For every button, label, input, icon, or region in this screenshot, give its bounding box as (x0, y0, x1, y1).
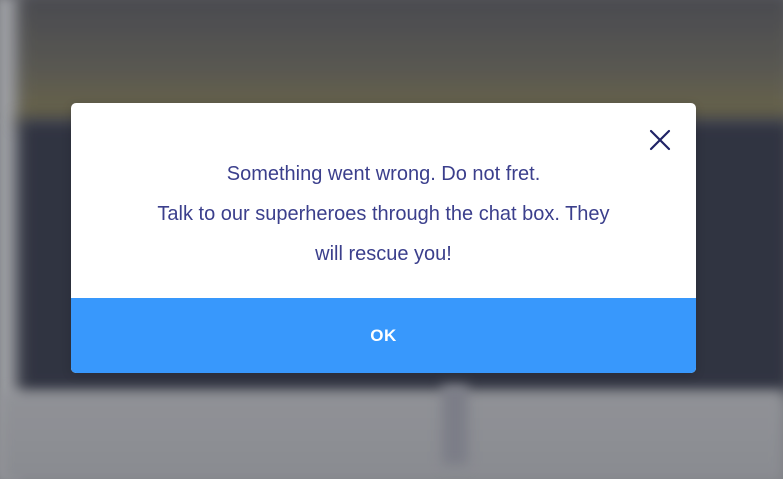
error-message-line-2: Talk to our superheroes through the chat… (157, 203, 610, 225)
error-dialog: Something went wrong. Do not fret. Talk … (71, 103, 696, 373)
error-message-line-1: Something went wrong. Do not fret. (226, 163, 541, 185)
close-button[interactable] (648, 128, 672, 152)
error-message: Something went wrong. Do not fret. Talk … (111, 154, 656, 274)
ok-button[interactable]: OK (71, 298, 696, 373)
close-icon (649, 129, 671, 151)
error-message-line-3: will rescue you! (315, 243, 452, 265)
